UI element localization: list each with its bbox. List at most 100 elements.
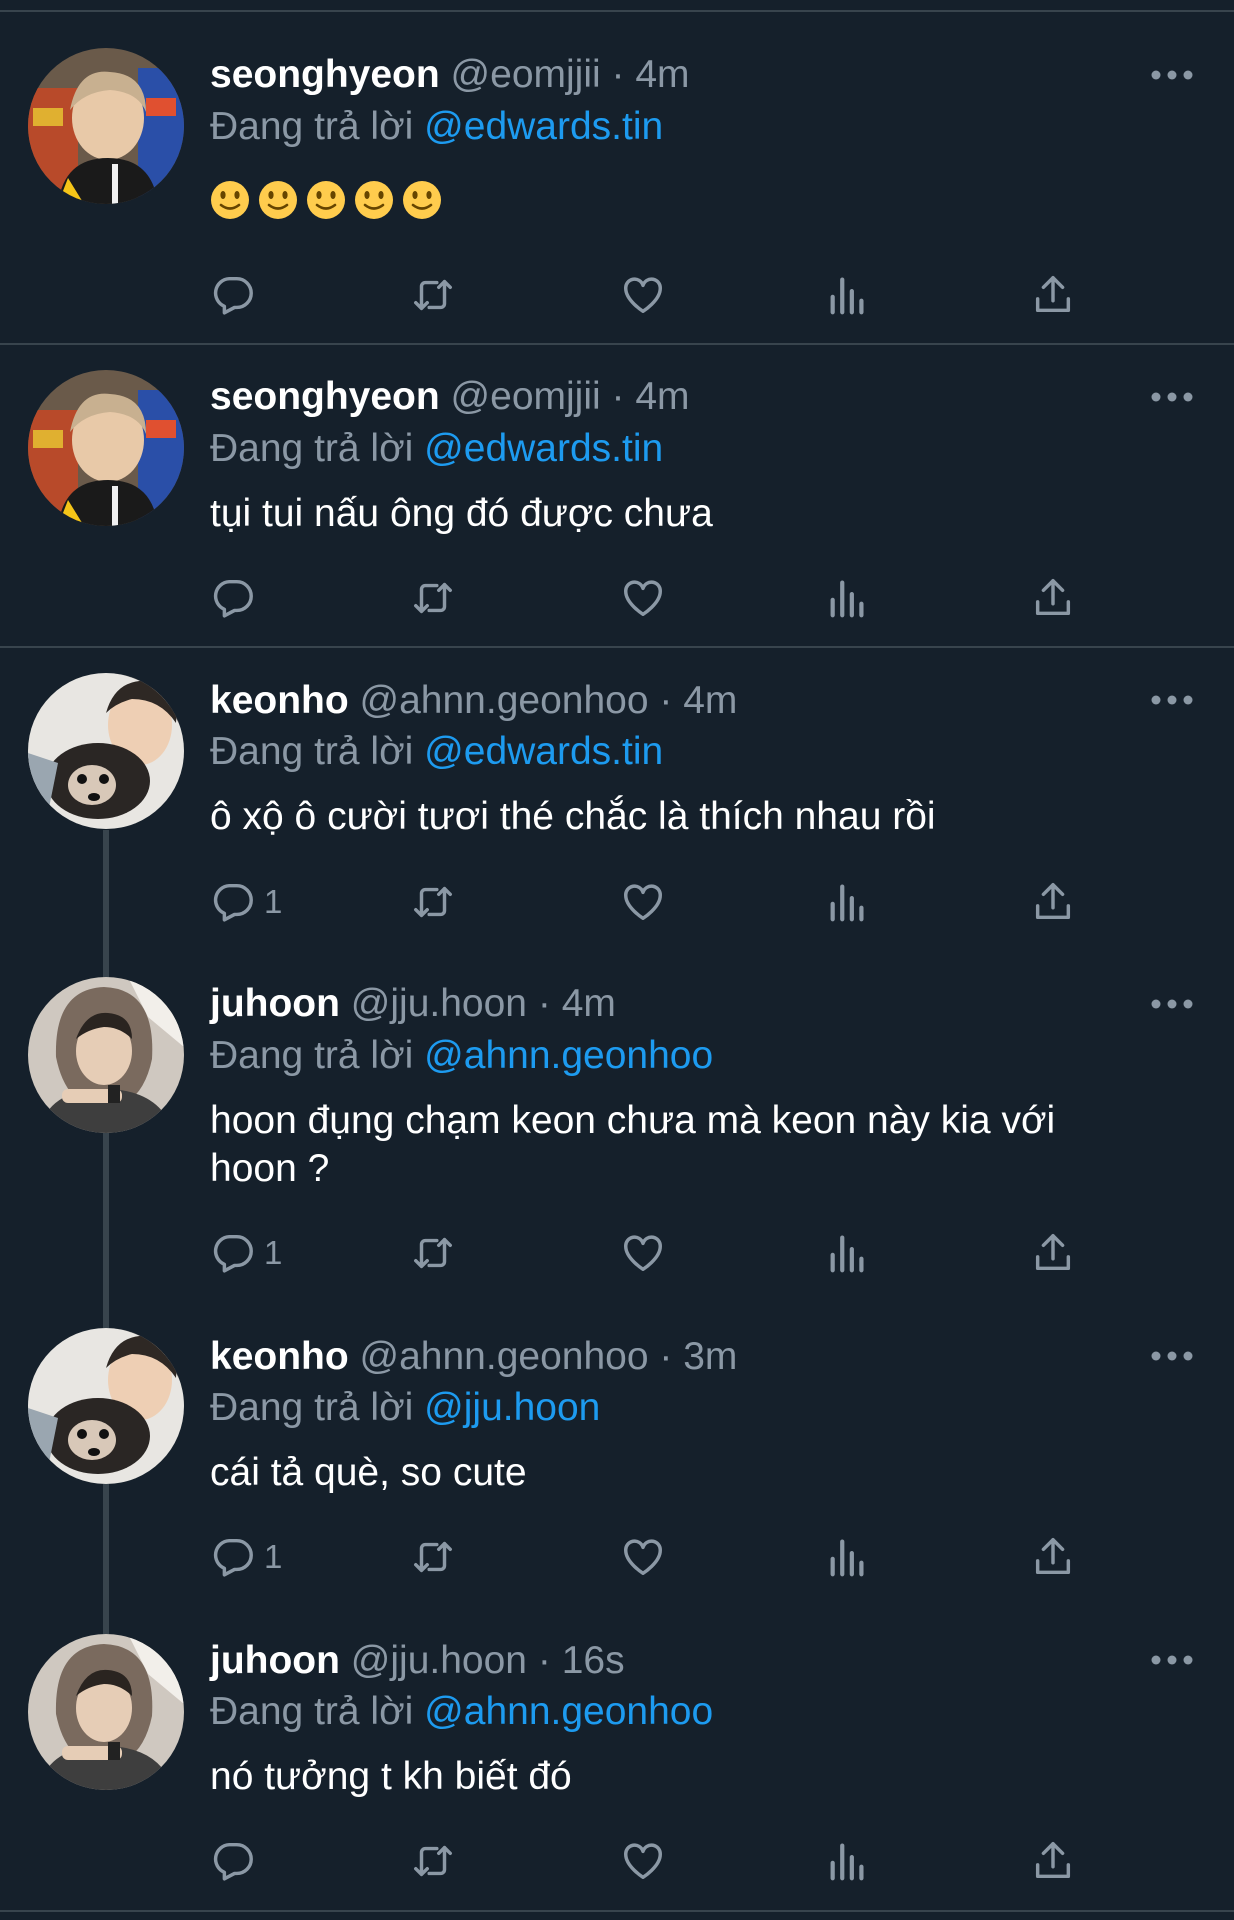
mention-link[interactable]: @edwards.tin [424,427,663,470]
mention-link[interactable]: @ahnn.geonhoo [424,1690,713,1733]
mention-link[interactable]: @ahnn.geonhoo [424,1034,713,1077]
avatar-image [28,977,184,1133]
timestamp[interactable]: 4m [635,53,689,96]
display-name[interactable]: seonghyeon [210,375,440,418]
views-button[interactable] [825,573,871,623]
avatar[interactable] [28,370,184,526]
avatar-image [28,673,184,829]
slightly-smiling-face-icon [355,181,393,219]
share-button[interactable] [1030,1228,1076,1278]
views-button[interactable] [825,1228,871,1278]
display-name[interactable]: keonho [210,679,349,722]
more-icon[interactable] [1150,1346,1194,1366]
timestamp[interactable]: 3m [683,1335,737,1378]
like-button[interactable] [620,1836,666,1886]
share-icon [1035,579,1071,616]
reply-icon [213,579,253,618]
user-handle[interactable]: @eomjjii [451,53,601,96]
views-button[interactable] [825,1836,871,1886]
views-icon [830,1843,864,1881]
reply-icon [213,1538,253,1577]
tweet-header: seonghyeon @eomjjii · 4m [210,50,690,100]
timestamp[interactable]: 4m [635,375,689,418]
reply-icon [213,883,253,922]
share-button[interactable] [1030,1532,1076,1582]
reply-button[interactable] [210,1836,264,1886]
timestamp[interactable]: 16s [562,1639,625,1682]
replying-to-label: Đang trả lời [210,105,414,148]
timestamp[interactable]: 4m [683,679,737,722]
reply-button[interactable]: 1 [210,1228,282,1278]
display-name[interactable]: juhoon [210,982,340,1025]
tweet-text: ô xộ ô cười tươi thé chắc là thích nhau … [210,795,936,838]
replying-to-label: Đang trả lời [210,1386,414,1429]
tweet-divider [0,646,1234,648]
views-icon [830,1235,864,1273]
like-button[interactable] [620,270,666,320]
like-button[interactable] [620,1228,666,1278]
share-button[interactable] [1030,1836,1076,1886]
avatar[interactable] [28,1634,184,1790]
retweet-icon [414,1237,452,1269]
thread-connector [103,1133,109,1328]
retweet-button[interactable] [410,1836,456,1886]
more-icon[interactable] [1150,65,1194,85]
heart-icon [624,277,662,314]
replying-to: Đang trả lời @edwards.tin [210,424,663,474]
retweet-button[interactable] [410,1228,456,1278]
tweet-header: seonghyeon @eomjjii · 4m [210,372,690,422]
retweet-icon [414,1845,452,1877]
share-button[interactable] [1030,270,1076,320]
user-handle[interactable]: @jju.hoon [351,1639,527,1682]
more-icon[interactable] [1150,690,1194,710]
share-button[interactable] [1030,573,1076,623]
like-button[interactable] [620,573,666,623]
views-button[interactable] [825,877,871,927]
reply-button[interactable] [210,573,264,623]
heart-icon [624,1539,662,1576]
reply-icon [213,1842,253,1881]
retweet-button[interactable] [410,877,456,927]
retweet-button[interactable] [410,1532,456,1582]
user-handle[interactable]: @eomjjii [451,375,601,418]
replying-to-label: Đang trả lời [210,730,414,773]
avatar[interactable] [28,48,184,204]
separator-dot: · [659,679,673,722]
user-handle[interactable]: @ahnn.geonhoo [360,679,649,722]
display-name[interactable]: juhoon [210,1639,340,1682]
mention-link[interactable]: @jju.hoon [424,1386,600,1429]
timestamp[interactable]: 4m [562,982,616,1025]
heart-icon [624,1843,662,1880]
mention-link[interactable]: @edwards.tin [424,105,663,148]
avatar-image [28,1328,184,1484]
share-icon [1035,1538,1071,1575]
more-icon[interactable] [1150,1650,1194,1670]
reply-feed: seonghyeon @eomjjii · 4m Đang trả lời @e… [0,0,1234,1920]
more-icon[interactable] [1150,387,1194,407]
reply-button[interactable] [210,270,264,320]
retweet-button[interactable] [410,573,456,623]
replying-to: Đang trả lời @edwards.tin [210,727,663,777]
avatar[interactable] [28,1328,184,1484]
views-button[interactable] [825,270,871,320]
like-button[interactable] [620,1532,666,1582]
display-name[interactable]: keonho [210,1335,349,1378]
more-icon[interactable] [1150,994,1194,1014]
user-handle[interactable]: @jju.hoon [351,982,527,1025]
retweet-button[interactable] [410,270,456,320]
user-handle[interactable]: @ahnn.geonhoo [360,1335,649,1378]
avatar[interactable] [28,673,184,829]
reply-button[interactable]: 1 [210,1532,282,1582]
views-button[interactable] [825,1532,871,1582]
heart-icon [624,1235,662,1272]
display-name[interactable]: seonghyeon [210,53,440,96]
views-icon [830,884,864,922]
avatar[interactable] [28,977,184,1133]
tweet-divider [0,1910,1234,1912]
reply-button[interactable]: 1 [210,877,282,927]
share-button[interactable] [1030,877,1076,927]
like-button[interactable] [620,877,666,927]
share-icon [1035,1234,1071,1271]
tweet-actions [210,270,1110,320]
mention-link[interactable]: @edwards.tin [424,730,663,773]
